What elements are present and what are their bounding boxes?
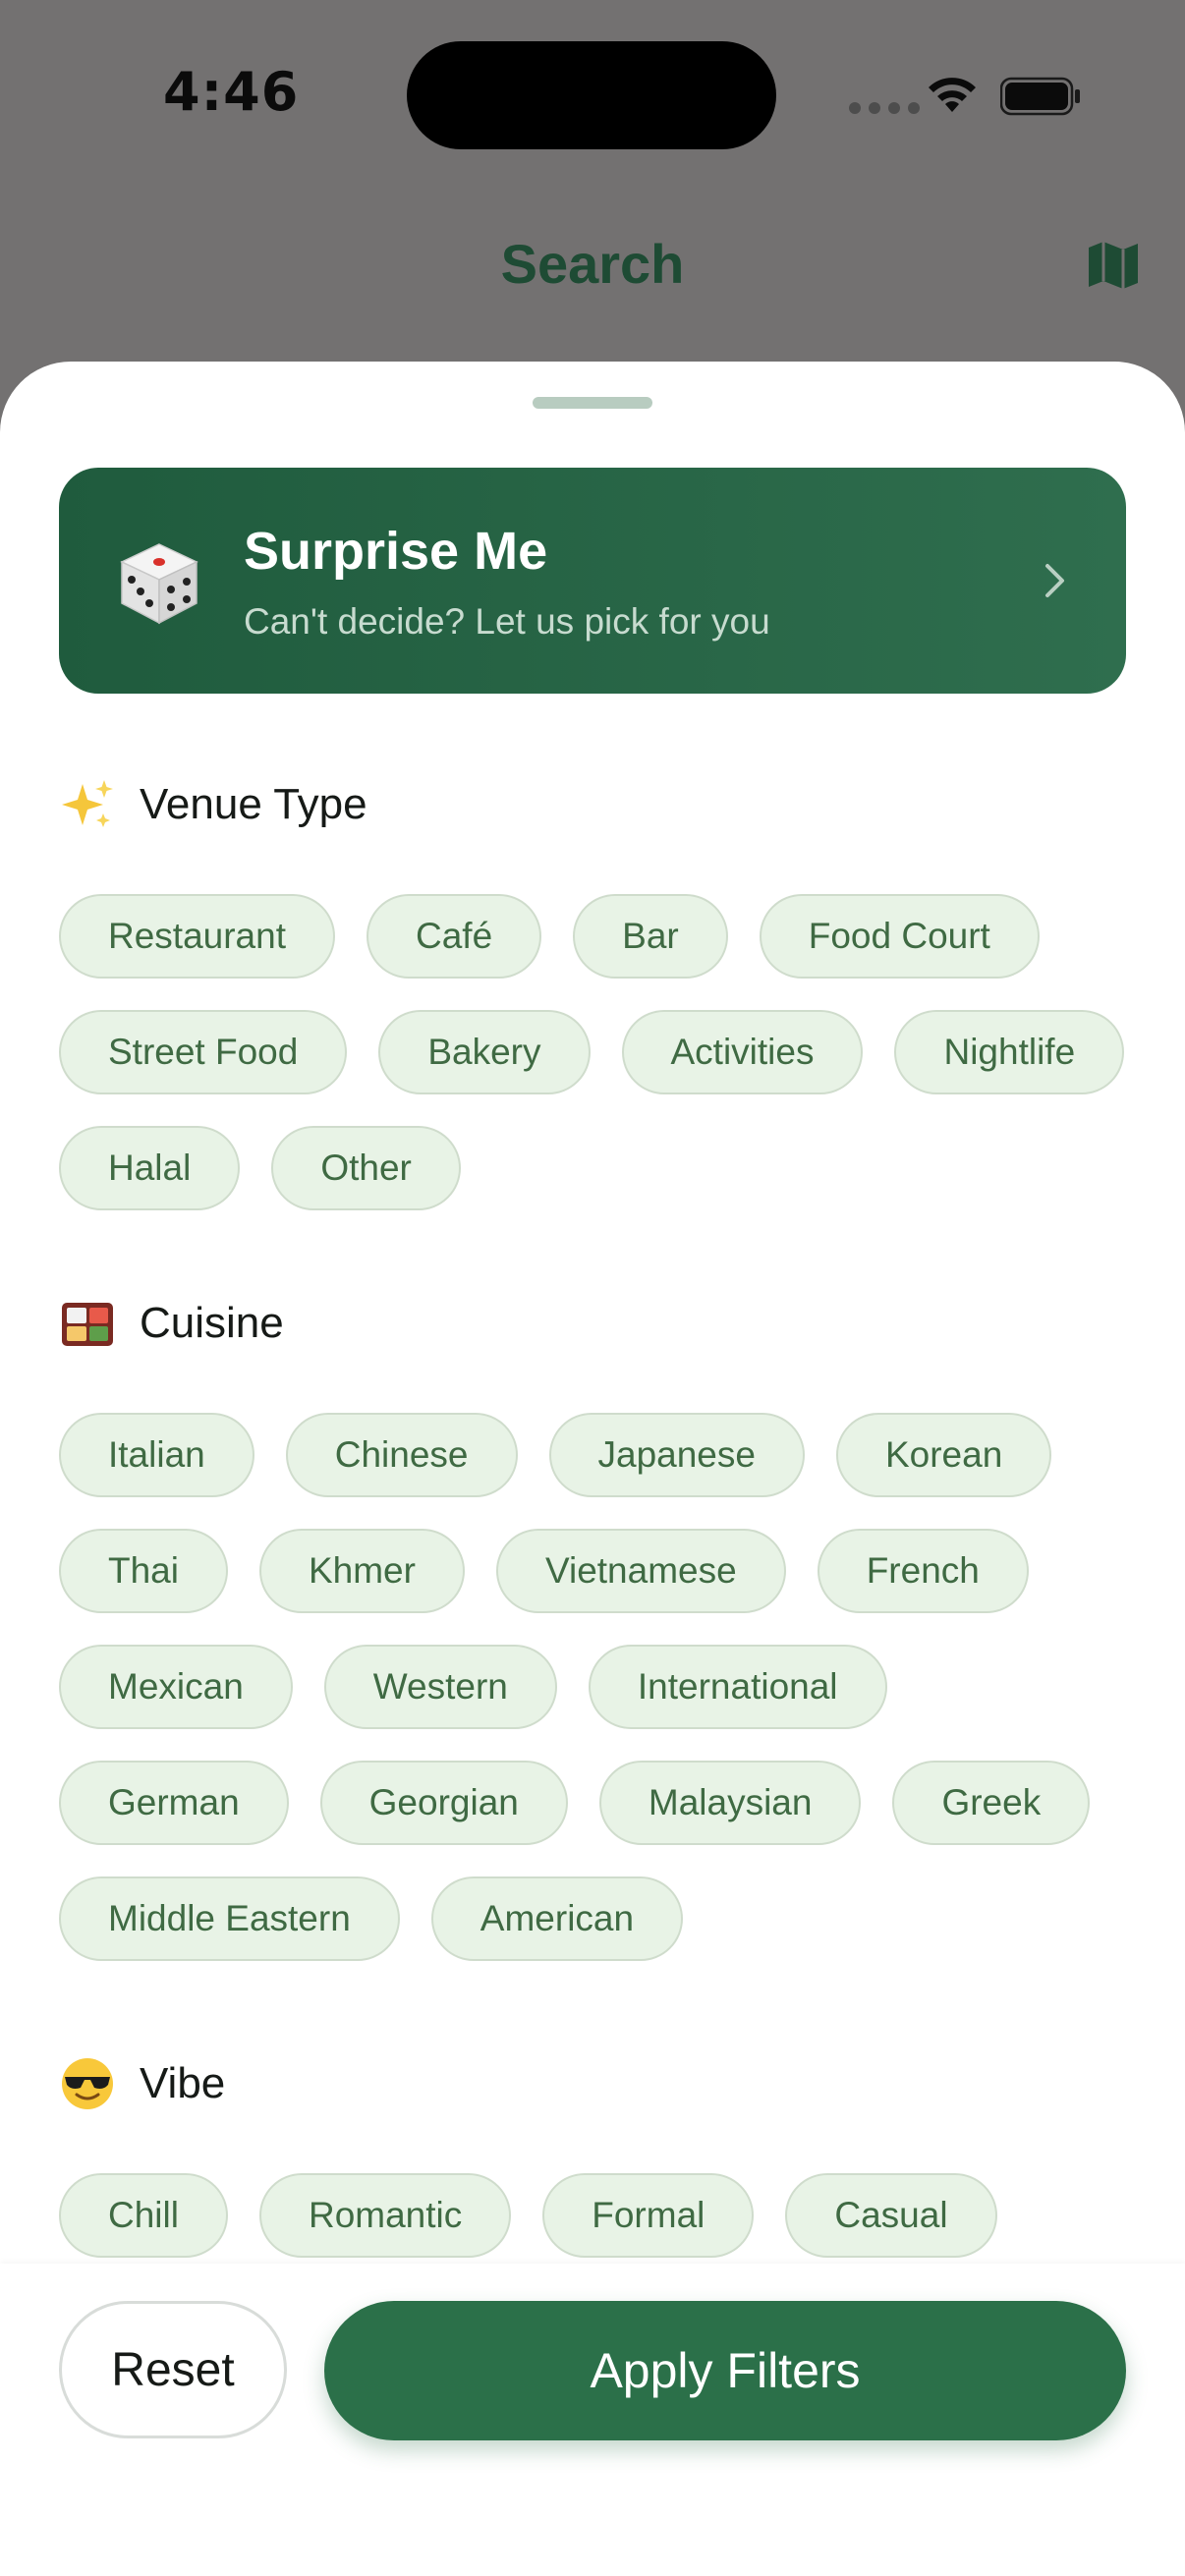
cellular-signal-icon	[849, 102, 920, 114]
dice-icon	[120, 543, 198, 625]
filter-chip[interactable]: Georgian	[319, 1761, 568, 1845]
status-bar: 4:46	[0, 0, 1185, 196]
filter-chip[interactable]: Vietnamese	[495, 1529, 786, 1613]
filter-chip[interactable]: Café	[367, 894, 542, 979]
filter-chip[interactable]: Halal	[59, 1126, 241, 1210]
wifi-icon	[929, 78, 976, 112]
dynamic-island	[407, 41, 776, 149]
filter-chip[interactable]: Thai	[59, 1529, 228, 1613]
filter-chip[interactable]: Korean	[835, 1413, 1052, 1497]
sheet-grabber[interactable]	[533, 397, 652, 409]
battery-icon	[1000, 77, 1080, 116]
filter-sheet: Surprise Me Can't decide? Let us pick fo…	[0, 362, 1185, 2576]
filter-chip[interactable]: Formal	[542, 2173, 755, 2258]
filter-action-bar: Reset Apply Filters	[0, 2264, 1185, 2576]
filter-chip[interactable]: Middle Eastern	[59, 1876, 400, 1961]
section-title-cuisine: Cuisine	[140, 1299, 284, 1347]
filter-chip[interactable]: Restaurant	[59, 894, 335, 979]
apply-filters-button[interactable]: Apply Filters	[324, 2301, 1126, 2440]
filter-chip[interactable]: Japanese	[548, 1413, 805, 1497]
filter-chip[interactable]: Mexican	[59, 1645, 293, 1729]
vibe-chips: Chill Romantic Formal Casual	[59, 2173, 1140, 2258]
surprise-title: Surprise Me	[244, 522, 548, 581]
status-time: 4:46	[163, 61, 300, 123]
section-cuisine: Cuisine	[59, 1295, 284, 1352]
filter-chip[interactable]: Chinese	[285, 1413, 518, 1497]
filter-chip[interactable]: Khmer	[258, 1529, 465, 1613]
filter-chip[interactable]: Bakery	[378, 1010, 591, 1094]
filter-chip[interactable]: Nightlife	[894, 1010, 1125, 1094]
surprise-subtitle: Can't decide? Let us pick for you	[244, 601, 770, 642]
filter-chip[interactable]: Food Court	[759, 894, 1040, 979]
filter-chip[interactable]: Italian	[59, 1413, 254, 1497]
bento-box-icon	[62, 1303, 113, 1346]
sparkles-icon	[62, 780, 113, 827]
section-vibe: Vibe	[59, 2055, 225, 2112]
map-icon[interactable]	[1085, 238, 1142, 293]
filter-chip[interactable]: Other	[271, 1126, 461, 1210]
filter-chip[interactable]: Casual	[785, 2173, 997, 2258]
filter-chip[interactable]: Western	[323, 1645, 557, 1729]
filter-chip[interactable]: Malaysian	[598, 1761, 862, 1845]
filter-chip[interactable]: American	[430, 1876, 684, 1961]
filter-chip[interactable]: Romantic	[258, 2173, 512, 2258]
section-title-vibe: Vibe	[140, 2059, 226, 2107]
chevron-right-icon	[1045, 564, 1064, 597]
sunglasses-face-icon	[62, 2058, 113, 2109]
reset-button[interactable]: Reset	[59, 2301, 287, 2438]
filter-chip[interactable]: Greek	[892, 1761, 1091, 1845]
page-title: Search	[500, 233, 685, 295]
section-title-venue-type: Venue Type	[140, 780, 367, 828]
filter-chip[interactable]: Street Food	[59, 1010, 348, 1094]
surprise-me-card[interactable]: Surprise Me Can't decide? Let us pick fo…	[59, 468, 1126, 694]
venue-type-chips: Restaurant Café Bar Food Court Street Food Ba…	[59, 894, 1140, 1210]
filter-chip[interactable]: German	[59, 1761, 289, 1845]
filter-chip[interactable]: Chill	[59, 2173, 228, 2258]
filter-chip[interactable]: French	[817, 1529, 1029, 1613]
section-venue-type: Venue Type	[59, 776, 367, 833]
filter-chip[interactable]: Activities	[621, 1010, 864, 1094]
filter-chip[interactable]: Bar	[573, 894, 728, 979]
filter-chip[interactable]: International	[588, 1645, 887, 1729]
cuisine-chips: Italian Chinese Japanese Korean Thai Khmer Vie…	[59, 1413, 1140, 1961]
